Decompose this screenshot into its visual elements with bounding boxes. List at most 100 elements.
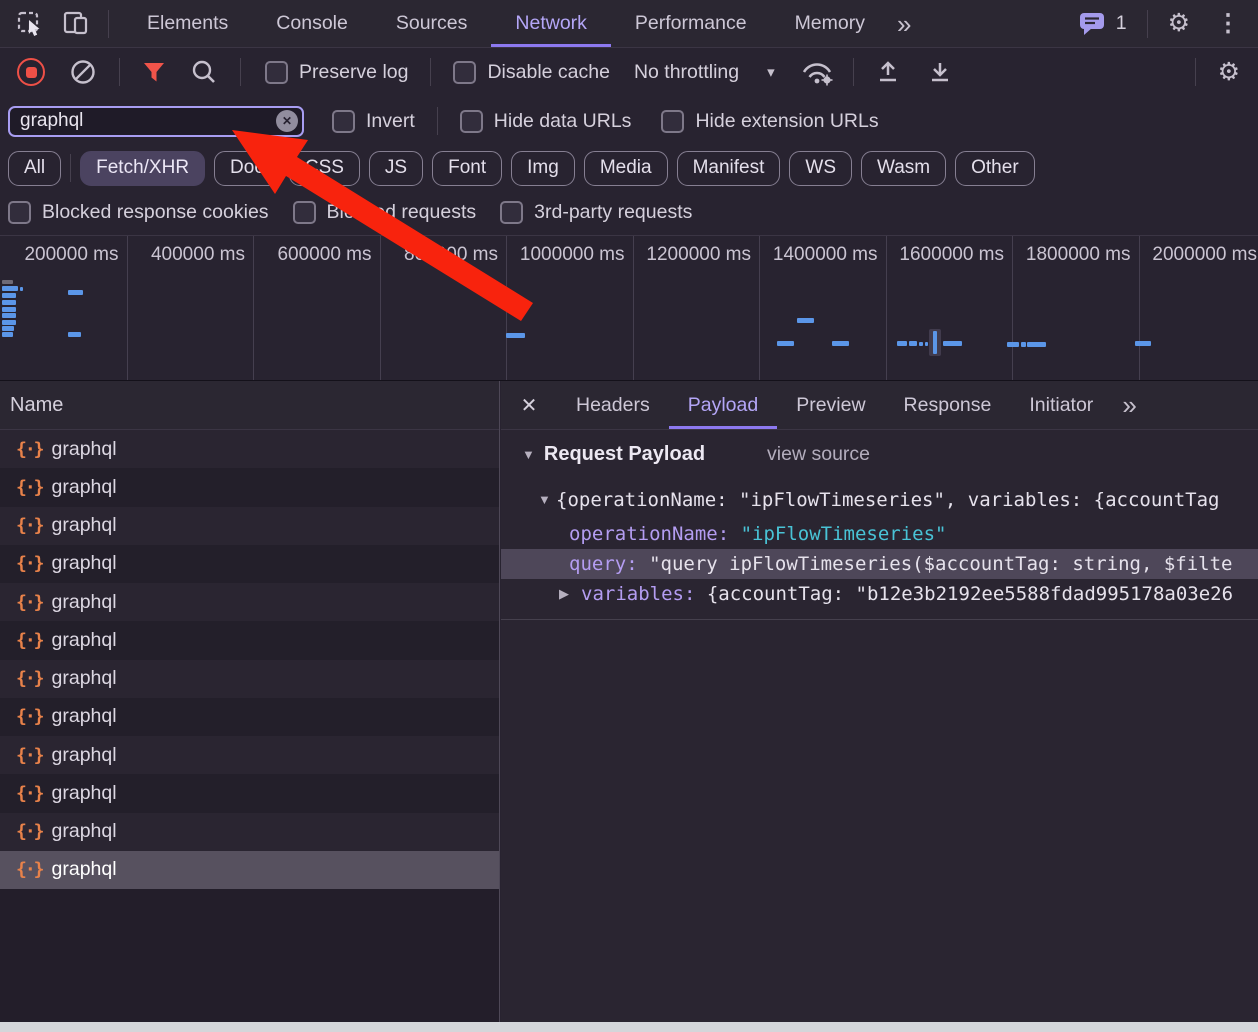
settings-gear-icon[interactable]: ⚙: [1168, 11, 1190, 36]
request-row[interactable]: {·} graphql: [0, 850, 499, 889]
type-chip-js[interactable]: JS: [368, 150, 424, 186]
request-row[interactable]: {·} graphql: [0, 736, 499, 775]
waterfall-bar: [943, 341, 962, 346]
collapse-triangle-icon[interactable]: ▼: [522, 447, 535, 462]
requests-pane: Name {·} graphql {·} graphql {·} graphql {·} gr…: [0, 381, 500, 1022]
detail-tab-response[interactable]: Response: [885, 381, 1011, 429]
settings-gear-icon[interactable]: ⚙: [1218, 59, 1240, 85]
top-tab-performance[interactable]: Performance: [611, 0, 771, 47]
type-chip-font[interactable]: Font: [432, 150, 503, 186]
json-braces-icon: {·}: [16, 859, 44, 881]
top-tab-console[interactable]: Console: [252, 0, 372, 47]
invert-label: Invert: [366, 109, 415, 132]
request-row[interactable]: {·} graphql: [0, 430, 499, 469]
hide-data-urls-checkbox[interactable]: [459, 109, 483, 133]
request-row[interactable]: {·} graphql: [0, 468, 499, 507]
type-chip-ws[interactable]: WS: [789, 150, 852, 186]
record-stop-icon[interactable]: [17, 58, 45, 86]
waterfall-bar: [2, 320, 16, 325]
waterfall-bar: [1027, 342, 1046, 347]
timeline-tick-label: 1600000 ms: [899, 244, 1004, 265]
request-name: graphql: [51, 781, 117, 804]
name-column-header[interactable]: Name: [0, 381, 499, 430]
payload-entry-variables[interactable]: ▶ variables: {accountTag: "b12e3b2192ee55…: [501, 579, 1258, 609]
type-chip-media[interactable]: Media: [583, 150, 668, 186]
detail-tab-headers[interactable]: Headers: [557, 381, 669, 429]
type-chip-img[interactable]: Img: [511, 150, 575, 186]
waterfall-bar: [1135, 341, 1151, 346]
hide-extension-urls-label: Hide extension URLs: [695, 109, 879, 132]
request-row[interactable]: {·} graphql: [0, 506, 499, 545]
detail-tab-bar: ✕ Headers Payload Preview Response Initiator…: [501, 381, 1258, 430]
timeline-tick-label: 200000 ms: [24, 244, 119, 265]
chevron-down-icon[interactable]: ▾: [767, 63, 775, 81]
collapse-triangle-icon[interactable]: ▼: [538, 485, 551, 515]
timeline-tick-label: 600000 ms: [277, 244, 372, 265]
request-row[interactable]: {·} graphql: [0, 544, 499, 583]
detail-tab-initiator[interactable]: Initiator: [1010, 381, 1112, 429]
clear-filter-icon[interactable]: ✕: [276, 110, 298, 132]
messages-count-badge: 1: [1115, 12, 1127, 34]
disable-cache-checkbox[interactable]: [453, 60, 477, 84]
type-chip-other[interactable]: Other: [955, 150, 1035, 186]
messages-icon[interactable]: [1078, 10, 1108, 37]
filter-icon[interactable]: [142, 62, 166, 83]
type-chip-all[interactable]: All: [8, 150, 62, 186]
waterfall-bar: [1007, 342, 1019, 347]
device-toolbar-icon[interactable]: [62, 10, 90, 37]
timeline-tick-label: 1400000 ms: [772, 244, 878, 265]
payload-entry-query[interactable]: query: "query ipFlowTimeseries($accountT…: [501, 549, 1258, 579]
preserve-log-checkbox[interactable]: [265, 60, 288, 84]
blocked-response-cookies-checkbox[interactable]: [8, 201, 31, 224]
invert-checkbox[interactable]: [332, 109, 355, 133]
payload-entry-operationname[interactable]: operationName: "ipFlowTimeseries": [501, 519, 1258, 549]
search-icon[interactable]: [190, 58, 218, 86]
payload-divider: [501, 619, 1258, 620]
request-row[interactable]: {·} graphql: [0, 621, 499, 660]
top-tab-sources[interactable]: Sources: [372, 0, 492, 47]
inspect-cursor-icon[interactable]: [16, 10, 44, 38]
request-row[interactable]: {·} graphql: [0, 659, 499, 698]
blocked-requests-checkbox[interactable]: [292, 201, 316, 224]
network-overview-timeline[interactable]: 200000 ms 400000 ms 600000 ms 800000 ms 1000…: [0, 235, 1258, 381]
chevron-double-right-icon[interactable]: »: [1122, 392, 1136, 418]
timeline-tick-label: 400000 ms: [150, 244, 245, 265]
top-tab-network[interactable]: Network: [491, 0, 611, 47]
json-braces-icon: {·}: [16, 706, 44, 728]
network-conditions-icon[interactable]: [799, 59, 835, 86]
chevron-double-right-icon[interactable]: »: [897, 11, 911, 37]
throttling-select[interactable]: No throttling: [634, 61, 739, 84]
filter-input[interactable]: [8, 105, 304, 137]
toolbar-divider: [430, 58, 432, 86]
collapse-triangle-icon[interactable]: ▶: [559, 579, 569, 609]
3rd-party-requests-label: 3rd-party requests: [534, 201, 693, 223]
filter-row: ✕ Invert Hide data URLs Hide extension U…: [0, 96, 1258, 146]
payload-root-line[interactable]: ▼ {operationName: "ipFlowTimeseries", va…: [501, 485, 1258, 515]
detail-tab-preview[interactable]: Preview: [777, 381, 884, 429]
type-chip-wasm[interactable]: Wasm: [861, 150, 947, 186]
view-source-link[interactable]: view source: [767, 443, 870, 466]
timeline-tick-label: 2000000 ms: [1152, 244, 1257, 265]
type-chip-fetch-xhr[interactable]: Fetch/XHR: [80, 150, 206, 186]
request-row[interactable]: {·} graphql: [0, 583, 499, 622]
top-tab-elements[interactable]: Elements: [123, 0, 252, 47]
kebab-menu-icon[interactable]: ⋮: [1216, 11, 1240, 36]
import-har-icon[interactable]: [874, 58, 902, 86]
type-chip-css[interactable]: CSS: [288, 150, 360, 186]
top-tab-list: Elements Console Sources Network Performance…: [123, 0, 889, 47]
request-row[interactable]: {·} graphql: [0, 812, 499, 851]
type-chip-doc[interactable]: Doc: [214, 150, 280, 186]
hide-extension-urls-checkbox[interactable]: [661, 109, 685, 133]
waterfall-bar: [2, 313, 16, 318]
type-chip-manifest[interactable]: Manifest: [676, 150, 781, 186]
close-x-icon[interactable]: ✕: [501, 381, 557, 429]
request-row[interactable]: {·} graphql: [0, 697, 499, 736]
export-har-icon[interactable]: [926, 58, 954, 86]
request-row[interactable]: {·} graphql: [0, 774, 499, 813]
payload-key: operationName:: [569, 523, 741, 545]
clear-icon[interactable]: [69, 58, 97, 86]
3rd-party-requests-checkbox[interactable]: [500, 201, 524, 224]
json-braces-icon: {·}: [16, 782, 44, 804]
detail-tab-payload[interactable]: Payload: [669, 381, 777, 429]
top-tab-memory[interactable]: Memory: [771, 0, 889, 47]
